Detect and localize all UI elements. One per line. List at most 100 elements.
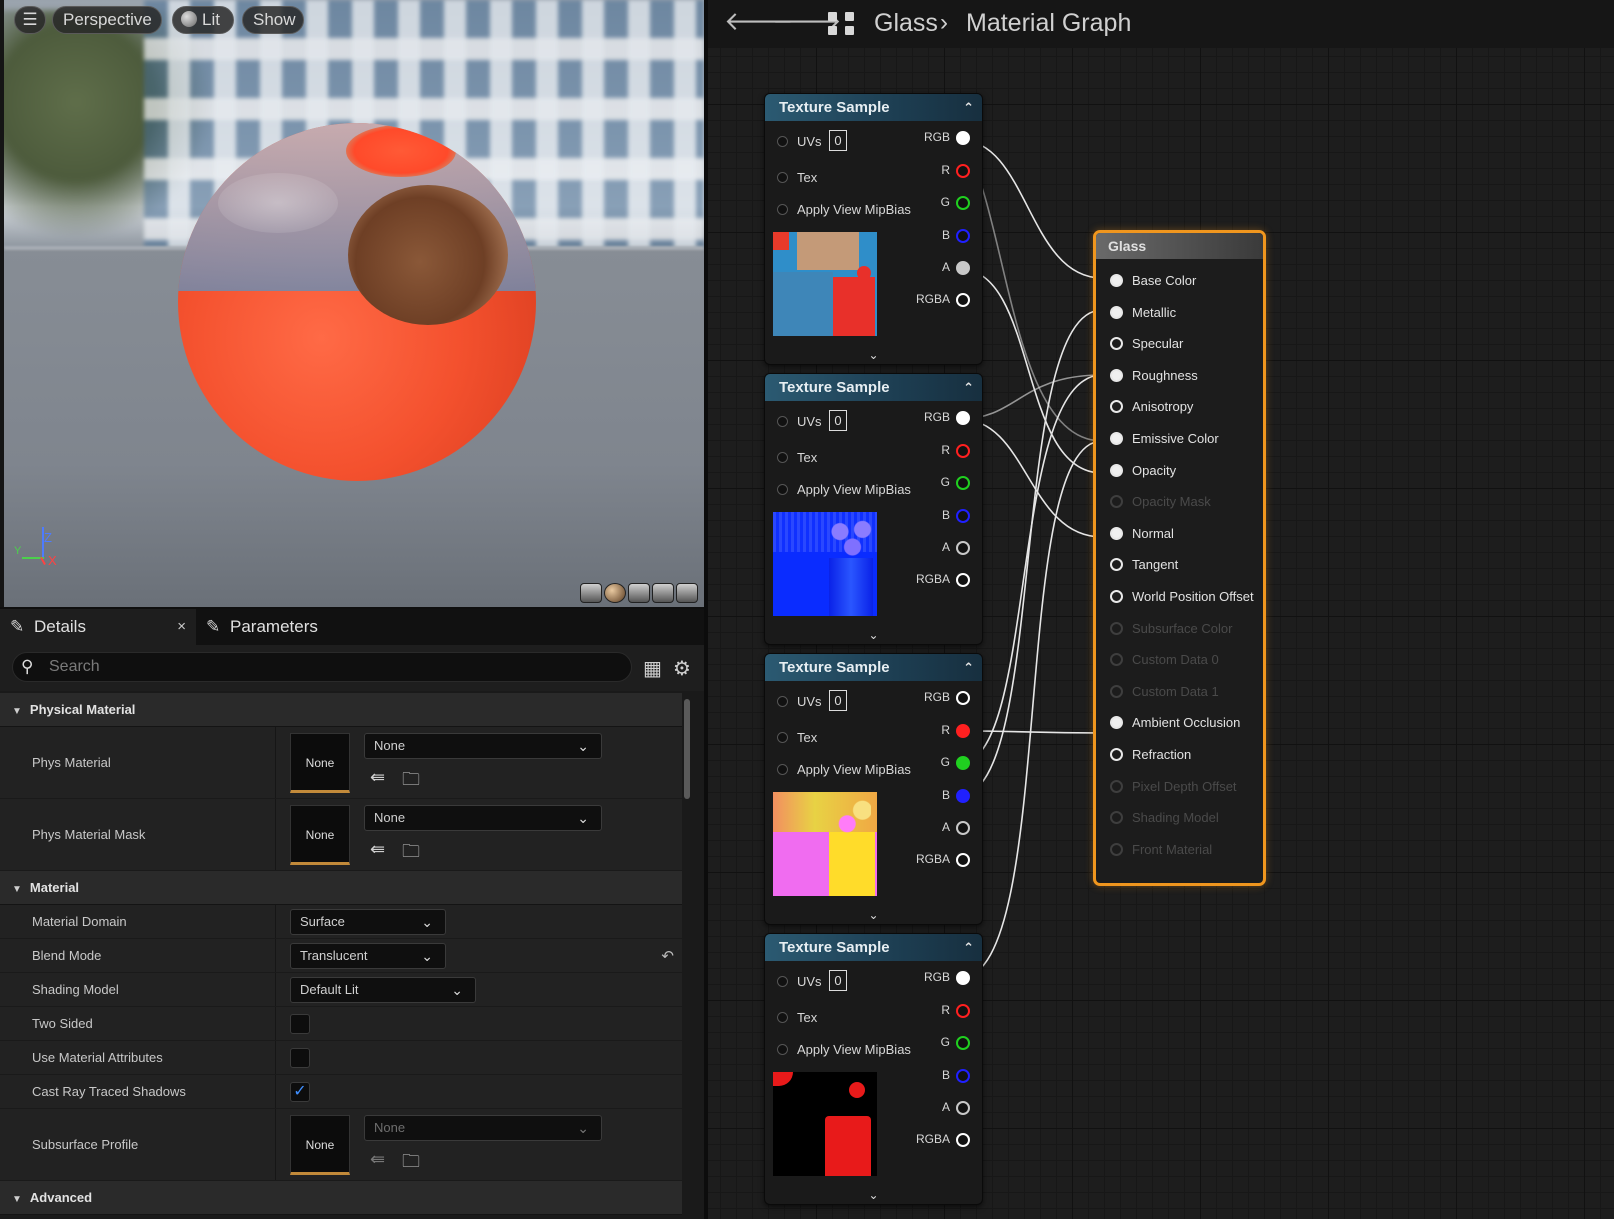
uv-index-field[interactable]: 0 bbox=[829, 690, 847, 711]
details-search-input[interactable]: ⚲ Search bbox=[12, 652, 632, 682]
preview-viewport[interactable]: ☰ Perspective Lit Show Z X Y bbox=[4, 0, 704, 607]
output-pin-a[interactable] bbox=[956, 1101, 970, 1115]
expand-chevron-icon[interactable]: ⌄ bbox=[765, 1188, 982, 1202]
use-selected-arrow-icon[interactable]: ⇚ bbox=[370, 767, 385, 788]
output-pin-rgb[interactable] bbox=[956, 131, 970, 145]
category-advanced[interactable]: ▼ Advanced bbox=[0, 1181, 682, 1215]
texture-sample-node[interactable]: Texture Sample ⌃ UVs Tex Apply View MipBias 0… bbox=[764, 93, 983, 365]
output-pin-r[interactable] bbox=[956, 1004, 970, 1018]
input-pin-uvs[interactable] bbox=[777, 136, 788, 147]
output-pin-b[interactable] bbox=[956, 1069, 970, 1083]
output-pin-r[interactable] bbox=[956, 724, 970, 738]
input-pin-tex[interactable] bbox=[777, 452, 788, 463]
input-pin-uvs[interactable] bbox=[777, 416, 788, 427]
glass-input-pin[interactable] bbox=[1110, 368, 1123, 382]
output-pin-g[interactable] bbox=[956, 476, 970, 490]
glass-input-pin[interactable] bbox=[1110, 274, 1123, 287]
output-pin-a[interactable] bbox=[956, 261, 970, 275]
output-pin-b[interactable] bbox=[956, 509, 970, 523]
output-pin-b[interactable] bbox=[956, 789, 970, 803]
output-pin-b[interactable] bbox=[956, 229, 970, 243]
browse-folder-icon[interactable]: 🗀 bbox=[402, 839, 420, 869]
use-selected-arrow-icon[interactable]: ⇚ bbox=[370, 839, 385, 860]
input-pin-apply-view-mipbias[interactable] bbox=[777, 484, 788, 495]
glass-input-pin[interactable] bbox=[1110, 305, 1123, 319]
asset-picker-combo[interactable]: None ⌄ bbox=[364, 1115, 602, 1141]
tab-parameters[interactable]: ✎ Parameters bbox=[196, 609, 328, 645]
breadcrumb-graph[interactable]: Material Graph bbox=[966, 9, 1131, 38]
texture-preview-thumbnail[interactable] bbox=[773, 512, 877, 616]
material-domain-dropdown[interactable]: Surface ⌄ bbox=[290, 909, 446, 935]
output-pin-r[interactable] bbox=[956, 444, 970, 458]
expand-chevron-icon[interactable]: ⌄ bbox=[765, 348, 982, 362]
blend-mode-dropdown[interactable]: Translucent ⌄ bbox=[290, 943, 446, 969]
viewport-menu-button[interactable]: ☰ bbox=[14, 6, 46, 34]
output-pin-a[interactable] bbox=[956, 541, 970, 555]
input-pin-apply-view-mipbias[interactable] bbox=[777, 1044, 788, 1055]
sphere-preview-button[interactable] bbox=[604, 583, 626, 603]
asset-thumbnail[interactable]: None bbox=[290, 733, 350, 793]
output-pin-rgb[interactable] bbox=[956, 691, 970, 705]
tab-details[interactable]: ✎ Details × bbox=[0, 609, 196, 645]
input-pin-tex[interactable] bbox=[777, 172, 788, 183]
asset-picker-combo[interactable]: None ⌄ bbox=[364, 805, 602, 831]
output-pin-rgba[interactable] bbox=[956, 853, 970, 867]
asset-thumbnail[interactable]: None bbox=[290, 1115, 350, 1175]
cube-preview-button[interactable] bbox=[652, 583, 674, 603]
category-material[interactable]: ▼ Material bbox=[0, 871, 682, 905]
glass-node-title[interactable]: Glass bbox=[1096, 233, 1263, 259]
texture-sample-node[interactable]: Texture Sample ⌃ UVs Tex Apply View MipBias 0… bbox=[764, 653, 983, 925]
input-pin-uvs[interactable] bbox=[777, 696, 788, 707]
shading-model-dropdown[interactable]: Default Lit ⌄ bbox=[290, 977, 476, 1003]
asset-thumbnail[interactable]: None bbox=[290, 805, 350, 865]
output-pin-r[interactable] bbox=[956, 164, 970, 178]
two-sided-checkbox[interactable] bbox=[290, 1014, 310, 1034]
glass-result-node[interactable]: Glass Base Color Metallic Specular Roughnes… bbox=[1093, 230, 1266, 886]
custom-mesh-preview-button[interactable] bbox=[676, 583, 698, 603]
close-tab-button[interactable]: × bbox=[177, 609, 186, 645]
glass-input-pin[interactable] bbox=[1110, 337, 1123, 351]
lighting-mode-button[interactable]: Lit bbox=[172, 6, 234, 34]
collapse-caret-icon[interactable]: ⌃ bbox=[963, 374, 974, 401]
material-graph-canvas[interactable]: 🡐 🡒 Glass › Material Graph Texture Sampl… bbox=[708, 0, 1614, 1219]
texture-sample-node[interactable]: Texture Sample ⌃ UVs Tex Apply View MipBias 0… bbox=[764, 933, 983, 1205]
output-pin-rgb[interactable] bbox=[956, 411, 970, 425]
uv-index-field[interactable]: 0 bbox=[829, 130, 847, 151]
collapse-caret-icon[interactable]: ⌃ bbox=[963, 934, 974, 961]
plane-preview-button[interactable] bbox=[628, 583, 650, 603]
glass-input-pin[interactable] bbox=[1110, 432, 1123, 445]
glass-input-pin[interactable] bbox=[1110, 558, 1123, 572]
node-title[interactable]: Texture Sample ⌃ bbox=[765, 654, 982, 681]
table-view-icon[interactable]: ▦ bbox=[643, 656, 662, 681]
node-title[interactable]: Texture Sample ⌃ bbox=[765, 94, 982, 121]
input-pin-tex[interactable] bbox=[777, 732, 788, 743]
expand-chevron-icon[interactable]: ⌄ bbox=[765, 628, 982, 642]
texture-sample-node[interactable]: Texture Sample ⌃ UVs Tex Apply View MipBias 0… bbox=[764, 373, 983, 645]
output-pin-rgb[interactable] bbox=[956, 971, 970, 985]
cylinder-preview-button[interactable] bbox=[580, 583, 602, 603]
output-pin-a[interactable] bbox=[956, 821, 970, 835]
output-pin-rgba[interactable] bbox=[956, 573, 970, 587]
use-selected-arrow-icon[interactable]: ⇚ bbox=[370, 1149, 385, 1170]
browse-folder-icon[interactable]: 🗀 bbox=[402, 767, 420, 797]
glass-input-pin[interactable] bbox=[1110, 748, 1123, 761]
glass-input-pin[interactable] bbox=[1110, 590, 1123, 603]
asset-picker-combo[interactable]: None ⌄ bbox=[364, 733, 602, 759]
collapse-caret-icon[interactable]: ⌃ bbox=[963, 94, 974, 121]
input-pin-tex[interactable] bbox=[777, 1012, 788, 1023]
input-pin-apply-view-mipbias[interactable] bbox=[777, 204, 788, 215]
output-pin-g[interactable] bbox=[956, 756, 970, 770]
output-pin-g[interactable] bbox=[956, 196, 970, 210]
output-pin-g[interactable] bbox=[956, 1036, 970, 1050]
view-mode-button[interactable]: Perspective bbox=[52, 6, 162, 34]
output-pin-rgba[interactable] bbox=[956, 1133, 970, 1147]
node-title[interactable]: Texture Sample ⌃ bbox=[765, 374, 982, 401]
glass-input-pin[interactable] bbox=[1110, 400, 1123, 414]
glass-input-pin[interactable] bbox=[1110, 716, 1123, 730]
texture-preview-thumbnail[interactable] bbox=[773, 792, 877, 896]
texture-preview-thumbnail[interactable] bbox=[773, 1072, 877, 1176]
cast-ray-traced-shadows-checkbox[interactable]: ✓ bbox=[290, 1082, 310, 1102]
texture-preview-thumbnail[interactable] bbox=[773, 232, 877, 336]
uv-index-field[interactable]: 0 bbox=[829, 970, 847, 991]
category-physical-material[interactable]: ▼ Physical Material bbox=[0, 693, 682, 727]
